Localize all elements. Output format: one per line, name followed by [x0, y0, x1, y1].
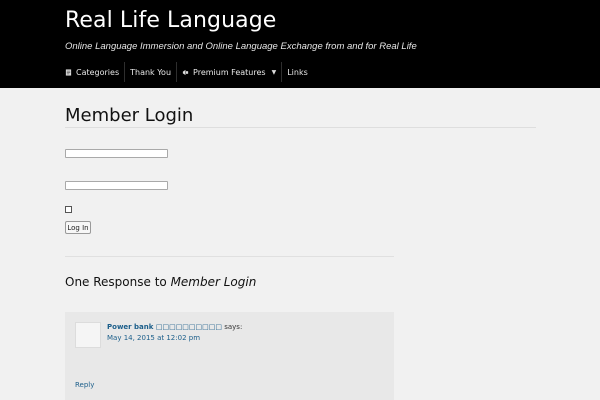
- nav-label: Links: [287, 67, 308, 77]
- responses-heading: One Response to Member Login: [65, 275, 256, 289]
- section-divider: [65, 256, 394, 257]
- comment: Power bank □□□□□□□□□□ says: May 14, 2015…: [65, 312, 394, 400]
- megaphone-icon: [182, 69, 189, 75]
- username-input[interactable]: [65, 149, 168, 158]
- nav-label: Premium Features: [193, 67, 266, 77]
- login-button[interactable]: Log In: [65, 221, 91, 234]
- reply-link[interactable]: Reply: [75, 381, 94, 389]
- nav-item-thank-you[interactable]: Thank You: [125, 62, 178, 82]
- site-header: Real Life Language Online Language Immer…: [0, 0, 600, 88]
- comment-date-link[interactable]: May 14, 2015 at 12:02 pm: [107, 334, 200, 342]
- chevron-down-icon: ▼: [271, 68, 277, 76]
- title-divider: [65, 127, 536, 128]
- site-title[interactable]: Real Life Language: [65, 8, 276, 33]
- nav-item-categories[interactable]: Categories: [60, 62, 126, 82]
- document-icon: [65, 68, 72, 76]
- responses-heading-title: Member Login: [170, 275, 257, 289]
- nav-item-premium-features[interactable]: Premium Features ▼: [177, 62, 283, 82]
- password-input[interactable]: [65, 181, 168, 190]
- page-title: Member Login: [65, 105, 194, 126]
- nav-label: Categories: [76, 67, 120, 77]
- main-nav: Categories Thank You Premium Features ▼ …: [60, 62, 313, 82]
- remember-me-checkbox[interactable]: [65, 206, 72, 213]
- nav-item-links[interactable]: Links: [282, 62, 313, 82]
- responses-heading-prefix: One Response to: [65, 275, 171, 289]
- comment-author-line: Power bank □□□□□□□□□□ says:: [107, 323, 242, 331]
- comment-author-link[interactable]: Power bank □□□□□□□□□□: [107, 323, 222, 331]
- main-content: Member Login Log In One Response to Memb…: [0, 88, 600, 400]
- nav-label: Thank You: [130, 67, 172, 77]
- comment-says: says:: [222, 323, 243, 331]
- avatar: [75, 322, 101, 348]
- site-description: Online Language Immersion and Online Lan…: [65, 41, 417, 52]
